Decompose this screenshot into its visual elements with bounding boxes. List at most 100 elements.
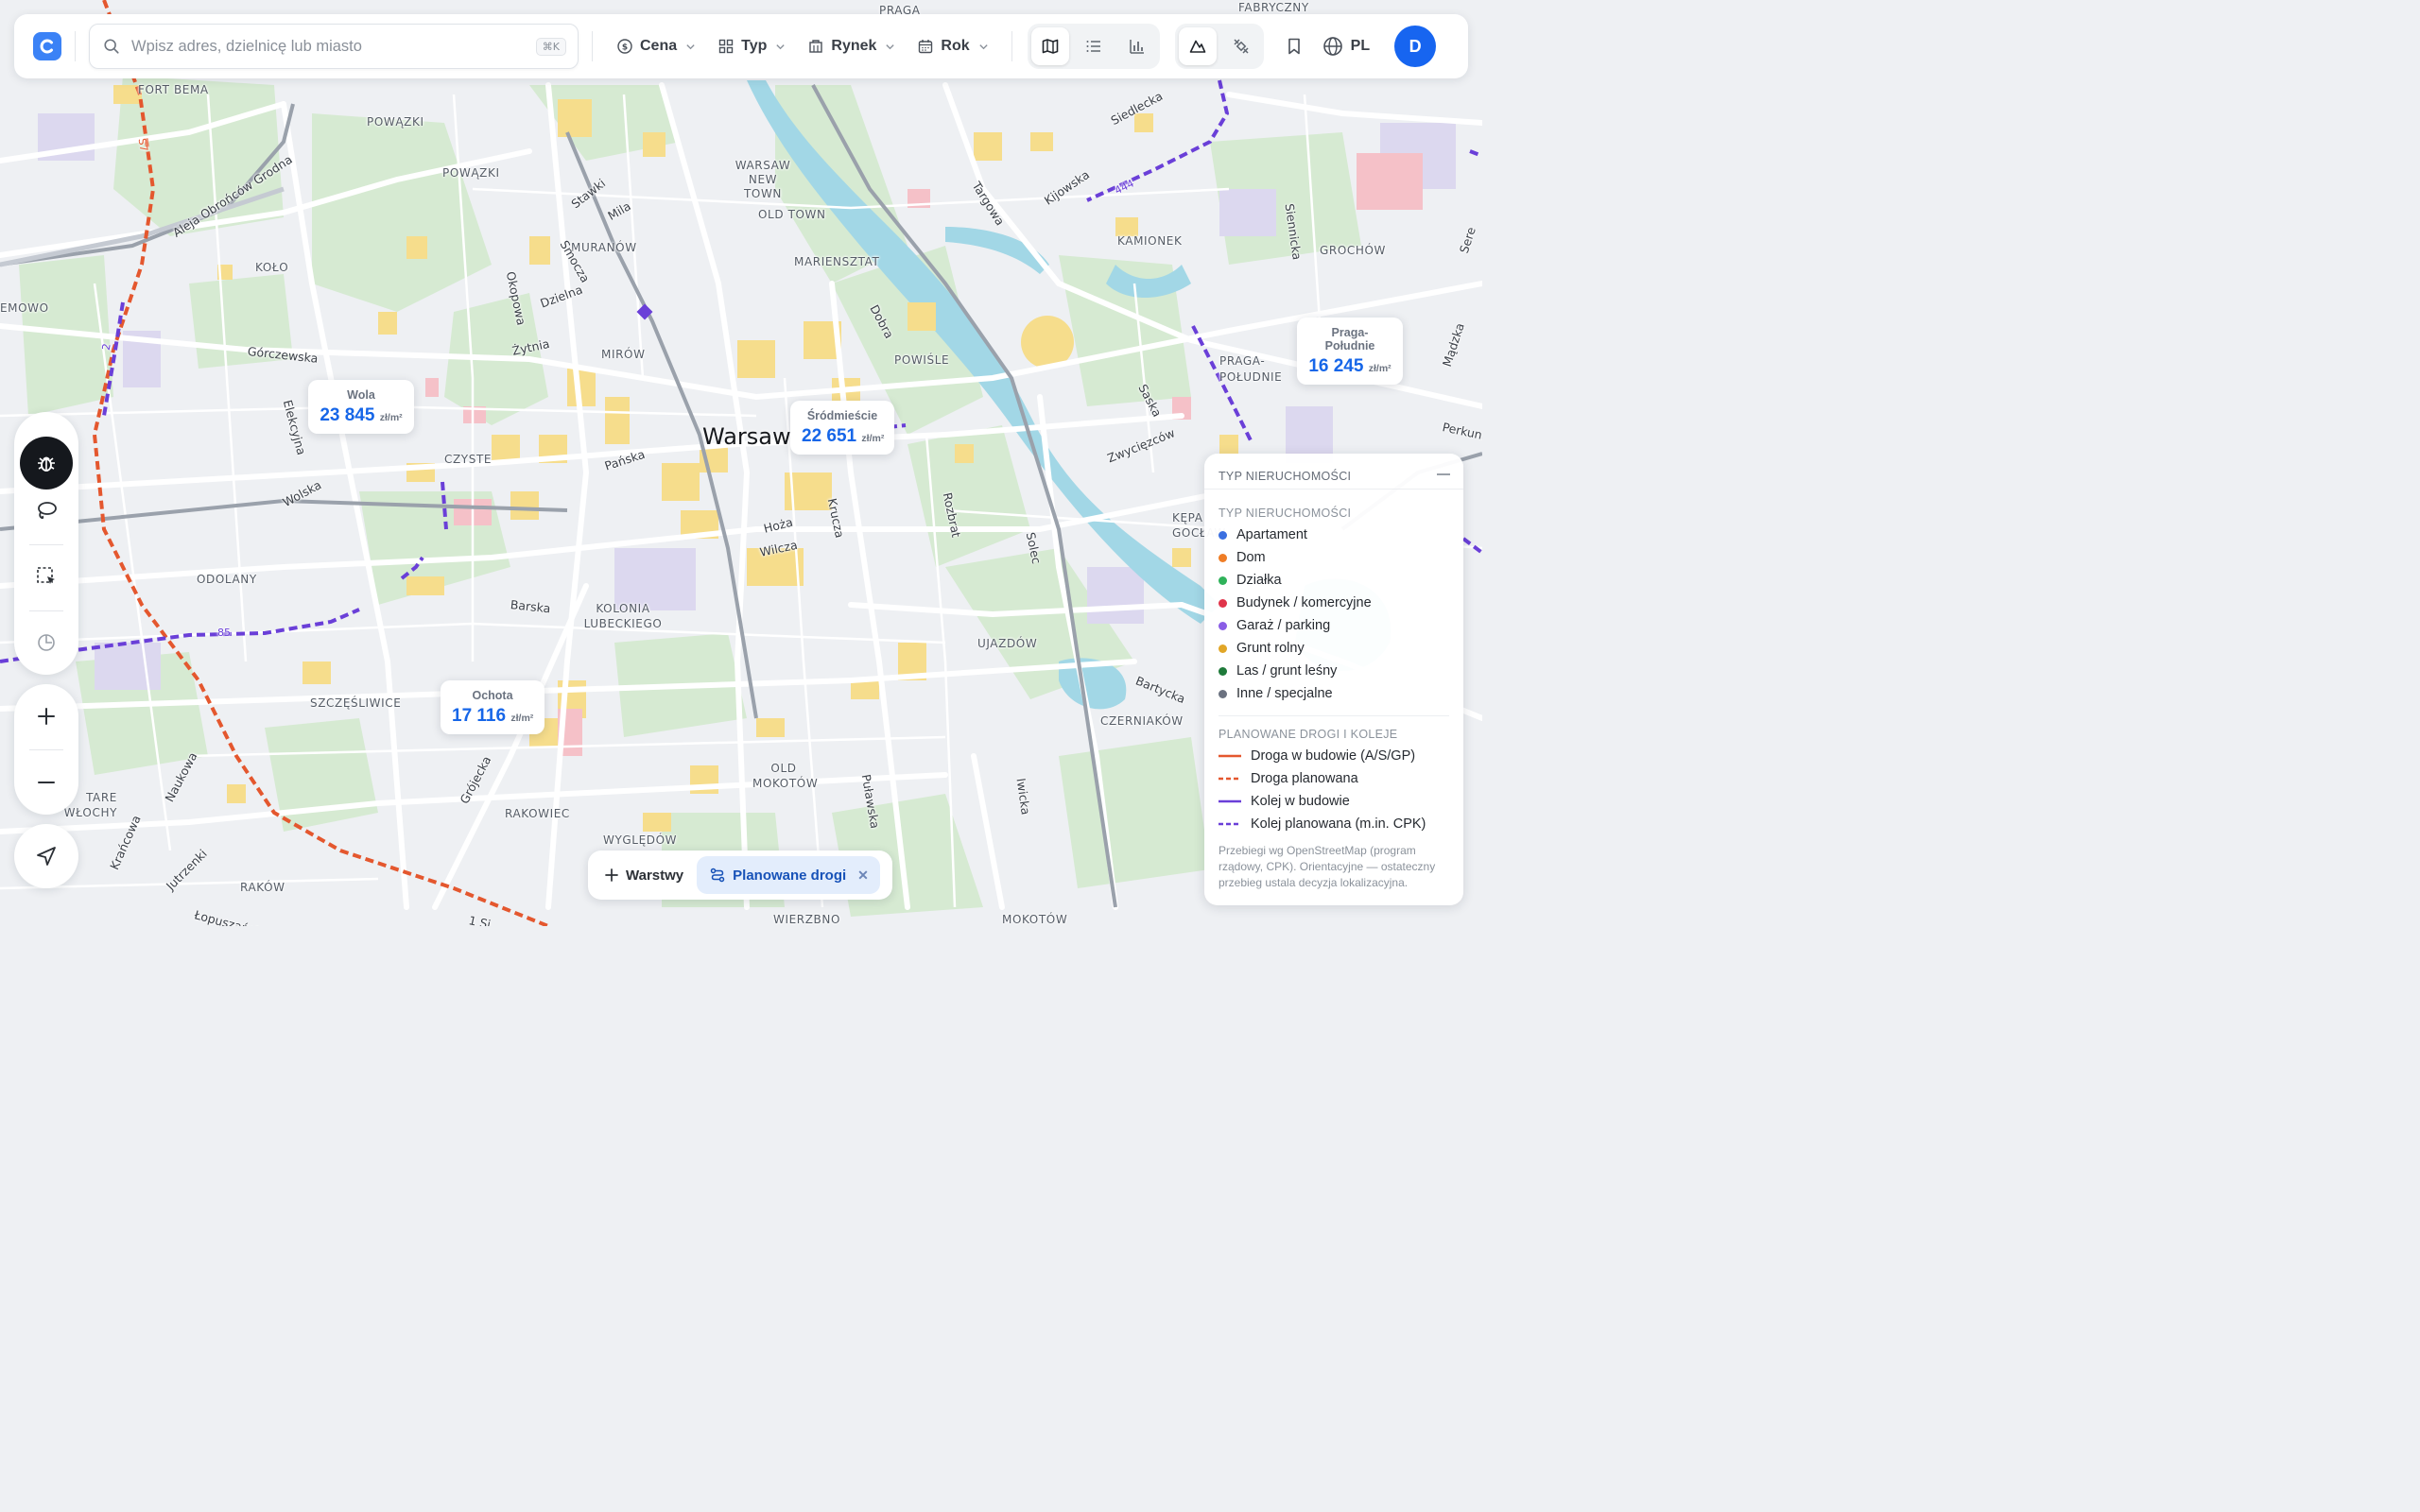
bug-report-button[interactable] [20, 437, 73, 490]
legend-section-title: PLANOWANE DROGI I KOLEJE [1219, 728, 1398, 741]
legend-item[interactable]: Inne / specjalne [1204, 682, 1463, 705]
legend-line-swatch [1219, 799, 1241, 803]
app-logo[interactable] [33, 32, 61, 60]
zoom-controls [14, 684, 78, 815]
language-switcher[interactable]: PL [1322, 36, 1370, 57]
filter-type[interactable]: Typ [707, 27, 797, 65]
district-label: KOŁO [255, 261, 289, 274]
price-card-value: 23 845 zł/m² [320, 405, 403, 425]
legend-route-item[interactable]: Kolej w budowie [1204, 790, 1463, 813]
legend-route-item[interactable]: Kolej planowana (m.in. CPK) [1204, 813, 1463, 835]
city-label: Warsaw [702, 423, 791, 450]
legend-item-label: Budynek / komercyjne [1236, 595, 1372, 610]
price-card-wola[interactable]: Wola 23 845 zł/m² [308, 380, 414, 434]
legend-item-label: Droga planowana [1251, 771, 1358, 786]
map-icon [1042, 39, 1058, 54]
district-label: KOLONIA LUBECKIEGO [583, 602, 663, 630]
zoom-out-button[interactable] [20, 756, 73, 809]
locate-me-button[interactable] [14, 824, 78, 888]
minimize-icon[interactable] [1437, 473, 1450, 475]
top-toolbar: ⌘K $ Cena Typ Rynek Rok [14, 14, 1468, 78]
legend-property-types: Apartament Dom Działka Budynek / komercyjne… [1204, 524, 1463, 705]
district-label: KAMIONEK [1117, 234, 1183, 248]
legend-item[interactable]: Dom [1204, 546, 1463, 569]
filter-label: Rok [941, 38, 970, 54]
chevron-down-icon [776, 43, 786, 49]
building-icon [809, 40, 823, 53]
layers-button[interactable]: Warstwy [594, 856, 695, 894]
legend-item[interactable]: Grunt rolny [1204, 637, 1463, 660]
price-card-praga-poludnie[interactable]: Praga-Południe 16 245 zł/m² [1297, 318, 1403, 385]
price-card-district: Wola [347, 388, 375, 402]
district-label: CZERNIAKÓW [1100, 714, 1184, 728]
district-label: ODOLANY [197, 573, 257, 586]
price-card-district: Ochota [472, 689, 513, 702]
legend-item-label: Droga w budowie (A/S/GP) [1251, 748, 1416, 764]
lasso-icon [38, 502, 57, 520]
district-label: EMOWO [0, 301, 49, 315]
legend-item-label: Kolej planowana (m.in. CPK) [1251, 816, 1426, 832]
district-label: FABRYCZNY [1238, 1, 1309, 14]
lasso-tool-button[interactable] [20, 484, 73, 537]
legend-item-label: Dom [1236, 550, 1266, 565]
legend-color-dot [1219, 666, 1227, 676]
district-label: OLD MOKOTÓW [752, 762, 819, 790]
close-icon[interactable]: ✕ [857, 868, 869, 884]
svg-text:$: $ [622, 43, 628, 53]
legend-note: Przebiegi wg OpenStreetMap (program rząd… [1219, 844, 1436, 889]
satellite-mode-button[interactable] [1222, 27, 1260, 65]
legend-line-swatch [1219, 822, 1241, 826]
user-avatar[interactable]: D [1394, 26, 1437, 67]
legend-item[interactable]: Las / grunt leśny [1204, 660, 1463, 682]
legend-color-dot [1219, 689, 1227, 698]
legend-color-dot [1219, 644, 1227, 653]
bar-chart-icon [1129, 40, 1144, 54]
filter-year[interactable]: Rok [907, 27, 999, 65]
price-card-srodmiescie[interactable]: Śródmieście 22 651 zł/m² [790, 401, 894, 455]
view-map-button[interactable] [1030, 27, 1069, 65]
bottom-toolbar: Warstwy Planowane drogi ✕ [588, 850, 892, 900]
filter-label: Cena [640, 38, 678, 54]
district-label: OLD TOWN [758, 208, 826, 221]
search-input[interactable] [131, 37, 536, 56]
terrain-mode-button[interactable] [1178, 27, 1217, 65]
legend-item[interactable]: Apartament [1204, 524, 1463, 546]
filter-label: Rynek [831, 38, 877, 54]
legend-item[interactable]: Garaż / parking [1204, 614, 1463, 637]
legend-item[interactable]: Działka [1204, 569, 1463, 592]
legend-item-label: Grunt rolny [1236, 641, 1305, 656]
district-label: FORT BEMA [138, 83, 209, 96]
divider [29, 544, 63, 545]
filter-price[interactable]: $ Cena [606, 27, 707, 65]
legend-section-title: TYP NIERUCHOMOŚCI [1219, 507, 1352, 520]
legend-line-swatch [1219, 754, 1241, 758]
filter-market[interactable]: Rynek [797, 27, 907, 65]
planned-roads-chip[interactable]: Planowane drogi ✕ [697, 856, 880, 894]
district-label: GROCHÓW [1320, 244, 1386, 257]
legend-route-item[interactable]: Droga planowana [1204, 767, 1463, 790]
legend-route-item[interactable]: Droga w budowie (A/S/GP) [1204, 745, 1463, 767]
view-list-button[interactable] [1075, 27, 1113, 65]
zoom-in-button[interactable] [20, 690, 73, 743]
district-label: POWIŚLE [894, 353, 950, 367]
view-chart-button[interactable] [1118, 27, 1156, 65]
legend-item[interactable]: Budynek / komercyjne [1204, 592, 1463, 614]
filter-group: $ Cena Typ Rynek Rok [606, 27, 1000, 65]
area-select-button[interactable] [20, 550, 73, 603]
district-label: MOKOTÓW [1002, 913, 1068, 926]
map-tools-panel [14, 412, 78, 675]
mountain-icon [1189, 40, 1205, 53]
price-card-value: 16 245 zł/m² [1308, 356, 1392, 376]
navigation-arrow-icon [37, 847, 56, 866]
chevron-down-icon [886, 43, 895, 49]
district-label: WIERZBNO [773, 913, 840, 926]
district-label: UJAZDÓW [977, 637, 1038, 650]
radius-tool-button[interactable] [20, 616, 73, 669]
select-area-icon [37, 567, 55, 584]
search-box[interactable]: ⌘K [89, 24, 579, 69]
bookmark-button[interactable] [1275, 27, 1313, 65]
legend-color-dot [1219, 576, 1227, 585]
price-card-ochota[interactable]: Ochota 17 116 zł/m² [441, 680, 544, 734]
district-label: RAKÓW [240, 881, 285, 894]
list-icon [1086, 41, 1100, 52]
